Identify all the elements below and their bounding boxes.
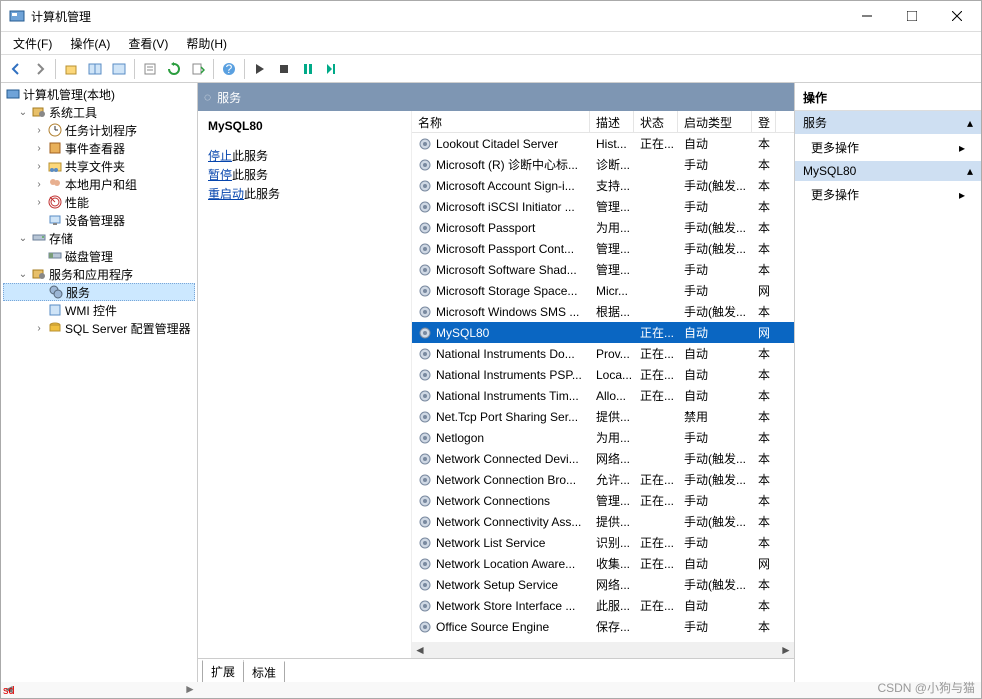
toolbar: ? — [1, 55, 981, 83]
service-list: 名称 描述 状态 启动类型 登 Lookout Citadel ServerHi… — [411, 111, 794, 658]
tree-services[interactable]: 服务 — [3, 283, 195, 301]
tab-standard[interactable]: 标准 — [243, 661, 285, 684]
window-title: 计算机管理 — [31, 8, 844, 25]
tree-root[interactable]: 计算机管理(本地) — [3, 85, 195, 103]
action-more-1[interactable]: 更多操作▸ — [795, 134, 981, 161]
menu-file[interactable]: 文件(F) — [5, 33, 60, 54]
selected-service-name: MySQL80 — [208, 119, 401, 133]
tree-local-users[interactable]: ›本地用户和组 — [3, 175, 195, 193]
stop-link[interactable]: 停止 — [208, 149, 232, 163]
col-desc[interactable]: 描述 — [590, 111, 634, 132]
svg-text:?: ? — [226, 62, 233, 76]
chevron-right-icon: ▸ — [959, 141, 965, 155]
col-startup[interactable]: 启动类型 — [678, 111, 752, 132]
filter-button[interactable] — [108, 58, 130, 80]
service-row[interactable]: Network Location Aware...收集...正在...自动网 — [412, 553, 794, 574]
service-row[interactable]: Lookout Citadel ServerHist...正在...自动本 — [412, 133, 794, 154]
footer-marker: sd — [3, 685, 15, 697]
up-button[interactable] — [60, 58, 82, 80]
restart-link[interactable]: 重启动 — [208, 187, 244, 201]
action-more-2[interactable]: 更多操作▸ — [795, 181, 981, 208]
tab-extended[interactable]: 扩展 — [202, 660, 244, 683]
tree-event-viewer[interactable]: ›事件查看器 — [3, 139, 195, 157]
h-scrollbar[interactable]: ◄► — [412, 642, 794, 658]
col-name[interactable]: 名称 — [412, 111, 590, 132]
show-button[interactable] — [84, 58, 106, 80]
tree-services-apps[interactable]: ⌄服务和应用程序 — [3, 265, 195, 283]
service-row[interactable]: Microsoft Passport为用...手动(触发...本 — [412, 217, 794, 238]
service-row[interactable]: Office Source Engine保存...手动本 — [412, 616, 794, 637]
service-row[interactable]: Microsoft (R) 诊断中心标...诊断...手动本 — [412, 154, 794, 175]
service-row[interactable]: Network List Service识别...正在...手动本 — [412, 532, 794, 553]
service-row[interactable]: Microsoft Software Shad...管理...手动本 — [412, 259, 794, 280]
menu-bar: 文件(F) 操作(A) 查看(V) 帮助(H) — [1, 32, 981, 54]
service-row[interactable]: Network Connections管理...正在...手动本 — [412, 490, 794, 511]
menu-action[interactable]: 操作(A) — [62, 33, 118, 54]
detail-tabs: 扩展 标准 — [198, 658, 794, 682]
collapse-icon: ▴ — [967, 164, 973, 178]
service-row[interactable]: Microsoft Windows SMS ...根据...手动(触发...本 — [412, 301, 794, 322]
action-section-mysql[interactable]: MySQL80▴ — [795, 161, 981, 181]
action-pane: 操作 服务▴ 更多操作▸ MySQL80▴ 更多操作▸ — [795, 83, 981, 682]
watermark: CSDN @小狗与猫 — [877, 679, 975, 696]
stop-button[interactable] — [273, 58, 295, 80]
service-row[interactable]: National Instruments Do...Prov...正在...自动… — [412, 343, 794, 364]
service-row[interactable]: Network Store Interface ...此服...正在...自动本 — [412, 595, 794, 616]
chevron-right-icon: ▸ — [959, 188, 965, 202]
service-row[interactable]: Microsoft Passport Cont...管理...手动(触发...本 — [412, 238, 794, 259]
navigation-tree[interactable]: 计算机管理(本地) ⌄系统工具 ›任务计划程序 ›事件查看器 ›共享文件夹 ›本… — [1, 83, 198, 682]
title-bar: 计算机管理 — [1, 1, 981, 31]
export-button[interactable] — [187, 58, 209, 80]
minimize-button[interactable] — [844, 2, 889, 30]
service-row[interactable]: Net.Tcp Port Sharing Ser...提供...禁用本 — [412, 406, 794, 427]
action-section-services[interactable]: 服务▴ — [795, 111, 981, 134]
restart-button[interactable] — [321, 58, 343, 80]
action-header: 操作 — [795, 83, 981, 111]
app-icon — [9, 8, 25, 24]
play-button[interactable] — [249, 58, 271, 80]
service-row[interactable]: Netlogon为用...手动本 — [412, 427, 794, 448]
service-row[interactable]: Network Connection Bro...允许...正在...手动(触发… — [412, 469, 794, 490]
close-button[interactable] — [934, 2, 979, 30]
tree-task-scheduler[interactable]: ›任务计划程序 — [3, 121, 195, 139]
list-header[interactable]: 名称 描述 状态 启动类型 登 — [412, 111, 794, 133]
detail-header: ◌ 服务 — [198, 83, 794, 111]
service-row[interactable]: Network Connectivity Ass...提供...手动(触发...… — [412, 511, 794, 532]
menu-view[interactable]: 查看(V) — [120, 33, 176, 54]
service-row[interactable]: Microsoft iSCSI Initiator ...管理...手动本 — [412, 196, 794, 217]
help-button[interactable]: ? — [218, 58, 240, 80]
service-row[interactable]: Network Setup Service网络...手动(触发...本 — [412, 574, 794, 595]
tree-performance[interactable]: ›性能 — [3, 193, 195, 211]
tree-sql[interactable]: ›SQL Server 配置管理器 — [3, 319, 195, 337]
service-row[interactable]: National Instruments Tim...Allo...正在...自… — [412, 385, 794, 406]
service-row[interactable]: National Instruments PSP...Loca...正在...自… — [412, 364, 794, 385]
col-logon[interactable]: 登 — [752, 111, 776, 132]
refresh-button[interactable] — [163, 58, 185, 80]
pause-link[interactable]: 暂停 — [208, 168, 232, 182]
back-button[interactable] — [5, 58, 27, 80]
tree-disk-mgmt[interactable]: 磁盘管理 — [3, 247, 195, 265]
tree-storage[interactable]: ⌄存储 — [3, 229, 195, 247]
tree-device-manager[interactable]: 设备管理器 — [3, 211, 195, 229]
service-row[interactable]: Microsoft Storage Space...Micr...手动网 — [412, 280, 794, 301]
pause-button[interactable] — [297, 58, 319, 80]
search-icon: ◌ — [204, 90, 211, 104]
service-row[interactable]: Microsoft Account Sign-i...支持...手动(触发...… — [412, 175, 794, 196]
col-status[interactable]: 状态 — [634, 111, 678, 132]
service-summary: MySQL80 停止此服务 暂停此服务 重启动此服务 — [198, 111, 411, 658]
collapse-icon: ▴ — [967, 116, 973, 130]
tree-wmi[interactable]: WMI 控件 — [3, 301, 195, 319]
tree-shared-folders[interactable]: ›共享文件夹 — [3, 157, 195, 175]
list-rows[interactable]: Lookout Citadel ServerHist...正在...自动本Mic… — [412, 133, 794, 642]
tree-system-tools[interactable]: ⌄系统工具 — [3, 103, 195, 121]
forward-button[interactable] — [29, 58, 51, 80]
maximize-button[interactable] — [889, 2, 934, 30]
menu-help[interactable]: 帮助(H) — [178, 33, 235, 54]
detail-pane: ◌ 服务 MySQL80 停止此服务 暂停此服务 重启动此服务 名称 描述 状态… — [198, 83, 795, 682]
service-row[interactable]: MySQL80正在...自动网 — [412, 322, 794, 343]
prop-button[interactable] — [139, 58, 161, 80]
service-row[interactable]: Network Connected Devi...网络...手动(触发...本 — [412, 448, 794, 469]
status-bar: ◄► — [1, 682, 981, 698]
